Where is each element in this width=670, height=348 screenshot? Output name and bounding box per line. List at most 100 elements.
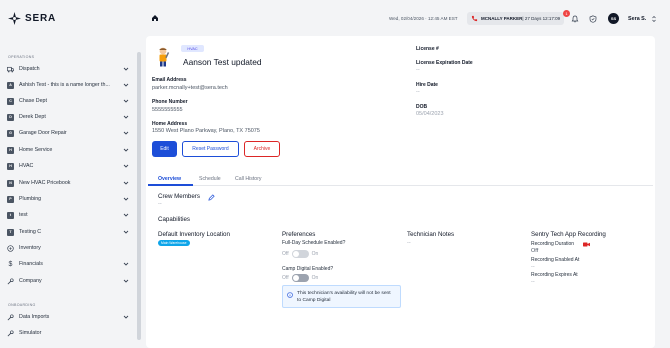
reset-password-button[interactable]: Reset Password [182,141,239,157]
recording-duration-value: Off [531,248,539,254]
box-icon [7,244,14,252]
email-value: parker.mcnally+test@sera.tech [152,85,228,91]
user-avatar[interactable]: SS [608,13,619,24]
dob-value: 05/04/2023 [416,111,444,117]
sidebar-item-label: Plumbing [19,196,42,202]
inventory-location-chip: Main Warehouse [158,240,190,246]
toggle-off-label: Off [282,251,289,257]
sidebar-item-chase-dept[interactable]: C Chase Dept [7,95,129,107]
sidebar-item-plumbing[interactable]: P Plumbing [7,193,129,205]
shield-icon[interactable] [589,15,597,23]
wrench-icon [7,329,14,337]
info-text: This technician's availability will not … [297,291,391,303]
sidebar-item-label: test [19,212,28,218]
sidebar-item-company[interactable]: Company [7,275,129,287]
current-datetime: Wed, 02/04/2026 · 12:45 AM EST [389,16,458,21]
crew-members-value: -- [158,201,162,207]
sidebar-item-simulator[interactable]: Simulator [7,327,129,339]
sidebar-item-financials[interactable]: $ Financials [7,258,129,270]
sidebar-item-label: Derek Dept [19,114,46,120]
logo[interactable]: SERA [8,12,56,25]
sidebar-item-label: Data Imports [19,314,50,320]
dollar-icon: $ [8,260,13,268]
camp-digital-toggle[interactable] [291,274,309,282]
toggle-on-label: On [311,275,319,281]
chevron-down-icon [123,67,129,71]
tab-overview[interactable]: Overview [158,176,181,182]
edit-button[interactable]: Edit [152,141,177,157]
address-label: Home Address [152,121,188,127]
active-tab-indicator [148,184,193,186]
dept-badge: D [7,113,14,121]
tab-schedule[interactable]: Schedule [199,176,221,182]
sidebar-item-label: Financials [19,261,43,267]
skill-chip: HVAC [181,45,204,52]
full-day-schedule-toggle-row: Off On [282,250,318,258]
hire-date-value: -- [416,89,420,95]
phone-label: Phone Number [152,99,188,105]
dept-badge: t [7,211,14,219]
sidebar-item-derek-dept[interactable]: D Derek Dept [7,111,129,123]
sidebar-item-new-hvac-pricebook[interactable]: N New HVAC Pricebook [7,177,129,189]
inventory-location-title: Default Inventory Location [158,231,230,238]
notification-count-badge: 1 [563,10,570,17]
recording-duration-label: Recording Duration [531,241,575,247]
clocked-in-tech-chip[interactable]: MCNALLY PARKER | 27 Days 12:17:09 [467,12,565,25]
dept-badge: A [7,81,14,89]
user-name[interactable]: Sera S. [628,16,646,22]
archive-button[interactable]: Archive [244,141,280,157]
tab-call-history[interactable]: Call History [235,176,262,182]
sidebar-item-garage-door-repair[interactable]: G Garage Door Repair [7,127,129,139]
camp-digital-toggle-row: Off On [282,274,318,282]
bell-icon[interactable] [571,15,579,23]
chevron-down-icon [123,99,129,103]
technician-notes-title: Technician Notes [407,231,455,238]
sidebar-item-home-service[interactable]: H Home Service [7,144,129,156]
toggle-off-label: Off [282,275,289,281]
sidebar-item-dispatch[interactable]: Dispatch [7,63,129,75]
sidebar-item-label: Inventory [19,245,41,251]
phone-value: 5555555555 [152,107,183,113]
logo-text: SERA [25,13,56,24]
clocked-in-duration: | 27 Days 12:17:09 [522,16,561,21]
sidebar-item-label: Dispatch [19,66,40,72]
wrench-icon [7,277,14,285]
home-icon[interactable] [151,14,159,22]
topbar: Wed, 02/04/2026 · 12:45 AM EST MCNALLY P… [143,0,670,38]
recording-expires-value: -- [531,279,535,285]
sidebar-item-data-imports[interactable]: Data Imports [7,311,129,323]
chevron-down-icon [123,315,129,319]
chevron-updown-icon[interactable] [651,15,657,23]
recording-enabled-value: -- [531,264,535,270]
truck-icon [7,66,14,73]
chevron-down-icon [123,197,129,201]
hire-date-label: Hire Date [416,82,438,88]
toggle-on-label: On [311,251,319,257]
sidebar-item-label: New HVAC Pricebook [19,180,71,186]
logo-star-icon [8,12,21,25]
dept-badge: T [7,228,14,236]
sidebar-scrollbar[interactable] [137,52,141,340]
full-day-schedule-toggle[interactable] [291,250,309,258]
dob-label: DOB [416,104,428,110]
preferences-title: Preferences [282,231,316,238]
wrench-icon [7,313,14,321]
chevron-down-icon [123,148,129,152]
sidebar-item-label: Garage Door Repair [19,130,67,136]
sidebar-item-inventory[interactable]: Inventory [7,242,129,254]
sidebar-item-test[interactable]: t test [7,209,129,221]
info-icon [287,292,293,298]
edit-pencil-icon[interactable] [208,194,215,201]
recording-enabled-label: Recording Enabled At [531,257,580,263]
sidebar-item-testing-c[interactable]: T Testing C [7,226,129,238]
sidebar-item-label: Company [19,278,42,284]
sidebar-item-label: Ashish Test - this is a name longer th..… [19,82,110,88]
sidebar-item-ashish-test[interactable]: A Ashish Test - this is a name longer th… [7,79,129,91]
dept-badge: H [7,146,14,154]
technician-notes-value: -- [407,240,411,246]
chevron-down-icon [123,279,129,283]
camp-digital-label: Camp Digital Enabled? [282,266,334,272]
capabilities-title: Capabilities [158,216,190,223]
sidebar-item-hvac[interactable]: H HVAC [7,160,129,172]
license-expiration-value: -- [416,67,420,73]
